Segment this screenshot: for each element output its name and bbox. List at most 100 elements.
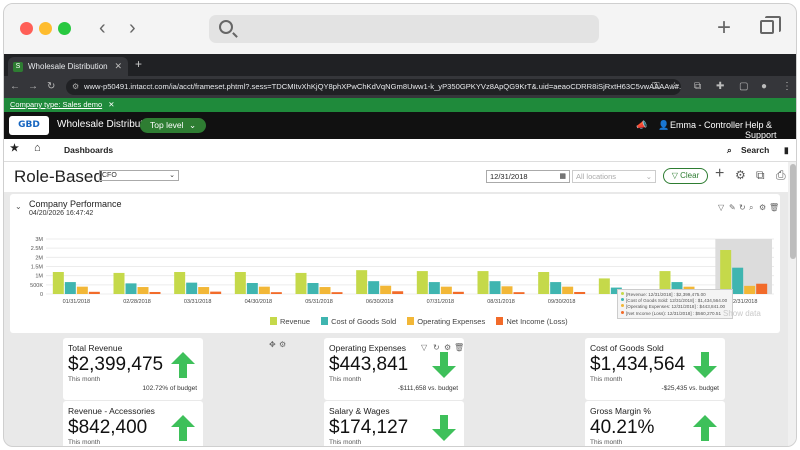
- windows-copy-icon[interactable]: [760, 16, 781, 34]
- kpi-card[interactable]: Operating Expenses $443,841 This month -$11…: [324, 338, 464, 400]
- back-icon[interactable]: ←: [10, 81, 20, 92]
- bookmark-icon[interactable]: ▮: [784, 145, 789, 156]
- close-window-button[interactable]: [20, 22, 33, 35]
- bar-revenue-7[interactable]: [477, 271, 489, 294]
- search-link[interactable]: Search: [741, 145, 769, 155]
- bar-revenue-5[interactable]: [356, 270, 368, 294]
- user-menu[interactable]: Emma - Controller: [670, 120, 743, 130]
- new-tab-icon[interactable]: +: [135, 57, 142, 71]
- minimize-window-button[interactable]: [39, 22, 52, 35]
- gear-icon[interactable]: ⚙: [444, 343, 451, 352]
- role-select[interactable]: CFO ⌄: [99, 170, 179, 181]
- bar-cost-of-goods-sold-2[interactable]: [186, 282, 198, 294]
- bar-cost-of-goods-sold-8[interactable]: [550, 282, 562, 294]
- trash-icon[interactable]: 🗑: [454, 343, 464, 352]
- mac-search-field[interactable]: [209, 15, 599, 43]
- key-icon[interactable]: ⚿: [652, 81, 660, 92]
- bar-operating-expenses-0[interactable]: [76, 286, 88, 294]
- extensions-puzzle-icon[interactable]: ✚: [716, 81, 724, 92]
- bar-cost-of-goods-sold-11[interactable]: [732, 267, 744, 294]
- bar-revenue-4[interactable]: [295, 272, 307, 294]
- bar-operating-expenses-1[interactable]: [137, 287, 149, 294]
- extension-icon[interactable]: ⧉: [694, 81, 701, 92]
- browser-tab[interactable]: S Wholesale Distribution ✕: [8, 57, 128, 76]
- bar-net-income-loss--2[interactable]: [210, 291, 222, 294]
- url-input[interactable]: ⚙ www-p50491.intacct.com/ia/acct/framese…: [66, 79, 681, 95]
- megaphone-icon[interactable]: 📣: [636, 120, 647, 131]
- bar-net-income-loss--5[interactable]: [392, 291, 404, 294]
- bar-operating-expenses-3[interactable]: [258, 286, 270, 294]
- bar-revenue-3[interactable]: [234, 272, 246, 294]
- forward-arrow-icon[interactable]: ›: [129, 17, 136, 40]
- scrollbar-thumb[interactable]: [790, 164, 796, 259]
- new-window-plus-icon[interactable]: +: [717, 16, 731, 40]
- bar-revenue-8[interactable]: [538, 272, 550, 294]
- help-support-link[interactable]: Help & Support: [745, 120, 796, 140]
- site-settings-icon[interactable]: ⚙: [72, 79, 79, 95]
- kpi-card[interactable]: Cost of Goods Sold $1,434,564 This month -$…: [585, 338, 725, 400]
- bar-operating-expenses-2[interactable]: [198, 287, 210, 294]
- show-data-link[interactable]: Show data: [723, 309, 761, 318]
- bar-revenue-1[interactable]: [113, 272, 125, 294]
- bar-revenue-11[interactable]: [720, 250, 732, 294]
- kpi-card[interactable]: Gross Margin % 40.21% This month: [585, 401, 725, 446]
- legend-item-opex[interactable]: Operating Expenses: [407, 317, 485, 326]
- bar-net-income-loss--11[interactable]: [756, 283, 768, 294]
- more-menu-icon[interactable]: ⋮: [782, 81, 792, 92]
- gear-icon[interactable]: ⚙: [279, 340, 286, 349]
- top-level-button[interactable]: Top level ⌄: [140, 118, 207, 133]
- legend-item-cogs[interactable]: Cost of Goods Sold: [321, 317, 396, 326]
- back-arrow-icon[interactable]: ‹: [99, 17, 106, 40]
- bar-operating-expenses-7[interactable]: [501, 286, 513, 294]
- bar-cost-of-goods-sold-4[interactable]: [307, 283, 319, 294]
- forward-icon[interactable]: →: [28, 81, 38, 92]
- bar-cost-of-goods-sold-6[interactable]: [428, 282, 440, 294]
- bar-revenue-0[interactable]: [52, 272, 64, 294]
- bar-cost-of-goods-sold-5[interactable]: [368, 281, 380, 294]
- locations-input[interactable]: All locations ⌄: [572, 170, 656, 183]
- search-icon[interactable]: ⌕: [727, 145, 732, 156]
- date-input[interactable]: 12/31/2018 ▦: [486, 170, 570, 183]
- dashboards-menu[interactable]: Dashboards: [64, 145, 113, 155]
- kpi-card[interactable]: Total Revenue $2,399,475 This month 102.72%…: [63, 338, 203, 400]
- close-tab-icon[interactable]: ✕: [114, 57, 122, 76]
- add-icon[interactable]: +: [715, 165, 724, 183]
- bar-net-income-loss--7[interactable]: [513, 292, 525, 294]
- copy-icon[interactable]: ⧉: [756, 168, 765, 183]
- clear-filter-button[interactable]: ▽ Clear: [663, 168, 708, 184]
- bar-operating-expenses-6[interactable]: [440, 286, 452, 294]
- bar-net-income-loss--6[interactable]: [452, 291, 464, 294]
- bar-net-income-loss--3[interactable]: [270, 292, 282, 294]
- bar-cost-of-goods-sold-0[interactable]: [64, 282, 76, 294]
- gear-icon[interactable]: ⚙: [735, 168, 746, 182]
- bar-operating-expenses-5[interactable]: [380, 285, 392, 294]
- refresh-icon[interactable]: ↻: [433, 343, 440, 352]
- bar-revenue-6[interactable]: [416, 271, 428, 294]
- bar-cost-of-goods-sold-3[interactable]: [246, 283, 258, 294]
- bar-cost-of-goods-sold-7[interactable]: [489, 281, 501, 294]
- bar-revenue-9[interactable]: [598, 278, 610, 294]
- bookmark-star-icon[interactable]: ☆: [670, 81, 679, 92]
- kpi-card[interactable]: Salary & Wages $174,127 This month: [324, 401, 464, 446]
- legend-item-revenue[interactable]: Revenue: [270, 317, 310, 326]
- sidebar-icon[interactable]: ▢: [739, 81, 748, 92]
- legend-item-net-income[interactable]: Net Income (Loss): [496, 317, 568, 326]
- profile-icon[interactable]: ●: [761, 81, 767, 92]
- bar-operating-expenses-4[interactable]: [319, 287, 331, 294]
- move-icon[interactable]: ✥: [269, 340, 276, 349]
- bar-net-income-loss--8[interactable]: [574, 291, 586, 294]
- kpi-card[interactable]: Revenue - Accessories $842,400 This month: [63, 401, 203, 446]
- bar-cost-of-goods-sold-1[interactable]: [125, 283, 137, 294]
- home-icon[interactable]: ⌂: [34, 142, 41, 154]
- favorites-star-icon[interactable]: ★: [10, 143, 19, 154]
- maximize-window-button[interactable]: [58, 22, 71, 35]
- close-company-type-icon[interactable]: ✕: [108, 100, 114, 109]
- filter-icon[interactable]: ▽: [421, 343, 427, 352]
- calendar-icon[interactable]: ▦: [559, 171, 566, 183]
- bar-net-income-loss--1[interactable]: [149, 291, 161, 294]
- bar-net-income-loss--4[interactable]: [331, 292, 343, 294]
- bar-operating-expenses-11[interactable]: [744, 285, 756, 294]
- print-icon[interactable]: ⎙: [776, 168, 786, 183]
- bar-operating-expenses-8[interactable]: [562, 286, 574, 294]
- bar-revenue-2[interactable]: [174, 272, 186, 294]
